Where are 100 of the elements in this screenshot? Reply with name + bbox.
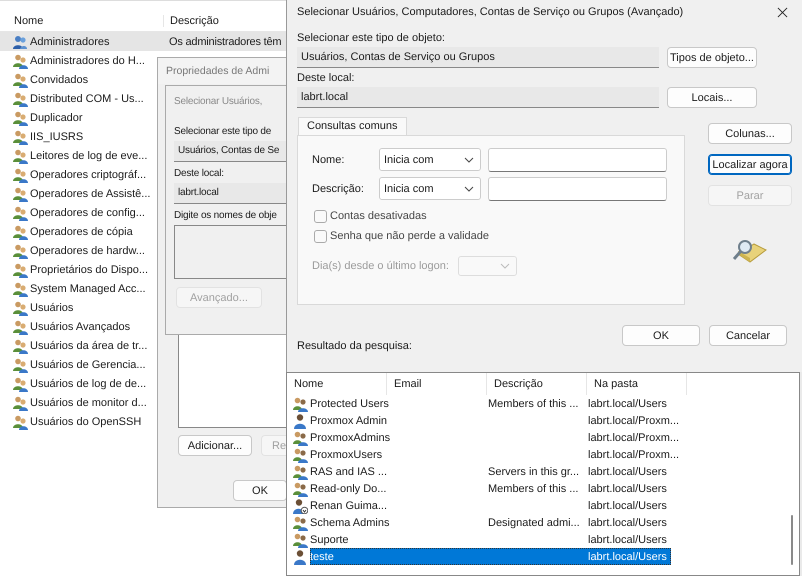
object-type-field: Usuários, Contas de Serviço ou Grupos <box>297 47 659 68</box>
ok-button[interactable]: OK <box>622 325 700 346</box>
operator-dropdown[interactable]: Inicia com <box>379 177 481 200</box>
group-icon <box>12 204 28 220</box>
result-row[interactable]: Renan Guima... labrt.local/Users <box>310 497 671 514</box>
list-row[interactable]: Usuários <box>0 298 157 317</box>
result-row[interactable]: ProxmoxAdmins labrt.local/Proxm... <box>310 429 684 446</box>
window-title: Selecionar Usuários, Computadores, Contas de Serviço ou Grupos (Avançado) <box>297 6 684 18</box>
object-type-field: Usuários, Contas de Se <box>174 141 286 162</box>
tab[interactable]: Consultas comuns <box>298 117 406 135</box>
group-icon <box>12 166 28 182</box>
checkbox-label: Senha que não perde a validade <box>330 230 490 242</box>
group-icon <box>12 148 28 164</box>
names-input-field[interactable] <box>174 225 286 279</box>
scrollbar-thumb[interactable] <box>791 515 793 565</box>
group-icon <box>12 72 28 88</box>
column-header[interactable]: Nome <box>287 373 387 395</box>
field-label: Nome: <box>312 154 346 166</box>
input-field[interactable] <box>488 176 667 200</box>
group-icon <box>12 34 28 50</box>
group-icon <box>12 242 28 258</box>
result-row[interactable]: Schema Admins Designated admi... labrt.local/Users <box>310 514 671 531</box>
group-icon <box>12 376 28 392</box>
result-row[interactable]: teste labrt.local/Users <box>310 548 671 565</box>
list-row[interactable]: Usuários do OpenSSH <box>0 412 157 431</box>
result-row[interactable]: Proxmox Admin labrt.local/Proxm... <box>310 412 684 429</box>
location-field: labrt.local <box>174 183 286 204</box>
locations-button[interactable]: Locais... <box>667 87 757 108</box>
group-icon <box>12 338 28 354</box>
group-icon <box>292 396 308 412</box>
result-row[interactable]: Read-only Do... Members of this ... labrt.local/Users <box>310 480 671 497</box>
field-label: Selecionar este tipo de <box>174 126 272 137</box>
location-field: labrt.local <box>297 87 659 108</box>
result-row[interactable]: Suporte labrt.local/Users <box>310 531 671 548</box>
column-header[interactable]: Nome <box>0 15 164 27</box>
group-icon <box>12 262 28 278</box>
ok-button[interactable]: OK <box>233 480 286 501</box>
cancel-button[interactable]: Cancelar <box>709 325 787 346</box>
dialog-button[interactable]: Localizar agora <box>708 154 792 175</box>
list-row[interactable]: Operadores de hardw... <box>0 241 157 260</box>
close-icon[interactable] <box>777 6 788 18</box>
object-types-button[interactable]: Tipos de objeto... <box>667 47 757 68</box>
user-icon <box>292 548 308 564</box>
group-icon <box>292 446 308 462</box>
field-label: Dia(s) desde o último logon: <box>312 260 450 272</box>
result-row[interactable]: RAS and IAS ... Servers in this gr... labrt.local/Users <box>310 463 671 480</box>
list-row[interactable]: Administradores Os administradores têm <box>0 32 286 51</box>
group-icon <box>12 224 28 240</box>
chevron-icon <box>464 186 474 192</box>
column-header[interactable]: Email <box>387 373 487 395</box>
chevron-icon <box>500 263 510 269</box>
group-icon <box>12 414 28 430</box>
group-icon <box>292 480 308 496</box>
list-row[interactable]: Usuários da área de tr... <box>0 336 157 355</box>
list-row[interactable]: Usuários Avançados <box>0 317 157 336</box>
field-label: Selecionar este tipo de objeto: <box>297 32 446 44</box>
result-row[interactable]: Protected Users Members of this ... labrt.local/Users <box>310 395 671 412</box>
disabled-user-icon <box>292 498 308 514</box>
input-field[interactable] <box>488 148 667 172</box>
checkbox[interactable] <box>314 210 327 222</box>
list-row[interactable]: Distributed COM - Us... <box>0 89 157 108</box>
list-row[interactable]: Administradores do H... <box>0 51 157 70</box>
list-row[interactable]: Usuários de Gerencia... <box>0 355 157 374</box>
user-icon <box>292 412 308 428</box>
operator-dropdown[interactable]: Inicia com <box>379 148 481 171</box>
window-title: Selecionar Usuários, <box>173 95 264 109</box>
group-icon <box>12 90 28 106</box>
column-header[interactable]: Descrição <box>487 373 587 395</box>
group-icon <box>292 532 308 548</box>
column-header[interactable]: Na pasta <box>587 373 687 395</box>
field-label: Deste local: <box>174 168 224 179</box>
group-icon <box>12 280 28 296</box>
field-label: Digite os nomes de obje <box>174 210 277 221</box>
list-row[interactable]: Convidados <box>0 70 157 89</box>
group-icon <box>292 430 308 446</box>
group-icon <box>12 356 28 372</box>
list-row[interactable]: Usuários de monitor d... <box>0 393 157 412</box>
list-row[interactable]: Operadores de cópia <box>0 222 157 241</box>
dialog-button[interactable]: Colunas... <box>708 123 792 144</box>
group-icon <box>12 318 28 334</box>
group-icon <box>12 52 28 68</box>
checkbox-label: Contas desativadas <box>330 210 427 222</box>
checkbox[interactable] <box>314 230 327 242</box>
results-label: Resultado da pesquisa: <box>297 340 412 352</box>
chevron-icon <box>464 156 474 162</box>
dialog-button[interactable]: Adicionar... <box>178 435 252 456</box>
list-row[interactable]: Leitores de log de eve... <box>0 146 157 165</box>
list-row[interactable]: System Managed Acc... <box>0 279 157 298</box>
list-row[interactable]: Duplicador <box>0 108 157 127</box>
list-row[interactable]: Operadores de config... <box>0 203 157 222</box>
group-icon <box>292 464 308 480</box>
list-row[interactable]: Operadores de Assistê... <box>0 184 157 203</box>
result-row[interactable]: ProxmoxUsers labrt.local/Proxm... <box>310 446 684 463</box>
column-header[interactable]: Descrição <box>164 15 219 27</box>
list-row[interactable]: Proprietários do Dispo... <box>0 260 157 279</box>
group-icon <box>12 300 28 316</box>
group-icon <box>12 186 28 202</box>
list-row[interactable]: IIS_IUSRS <box>0 127 157 146</box>
list-row[interactable]: Usuários de log de de... <box>0 374 157 393</box>
list-row[interactable]: Operadores criptográf... <box>0 165 157 184</box>
